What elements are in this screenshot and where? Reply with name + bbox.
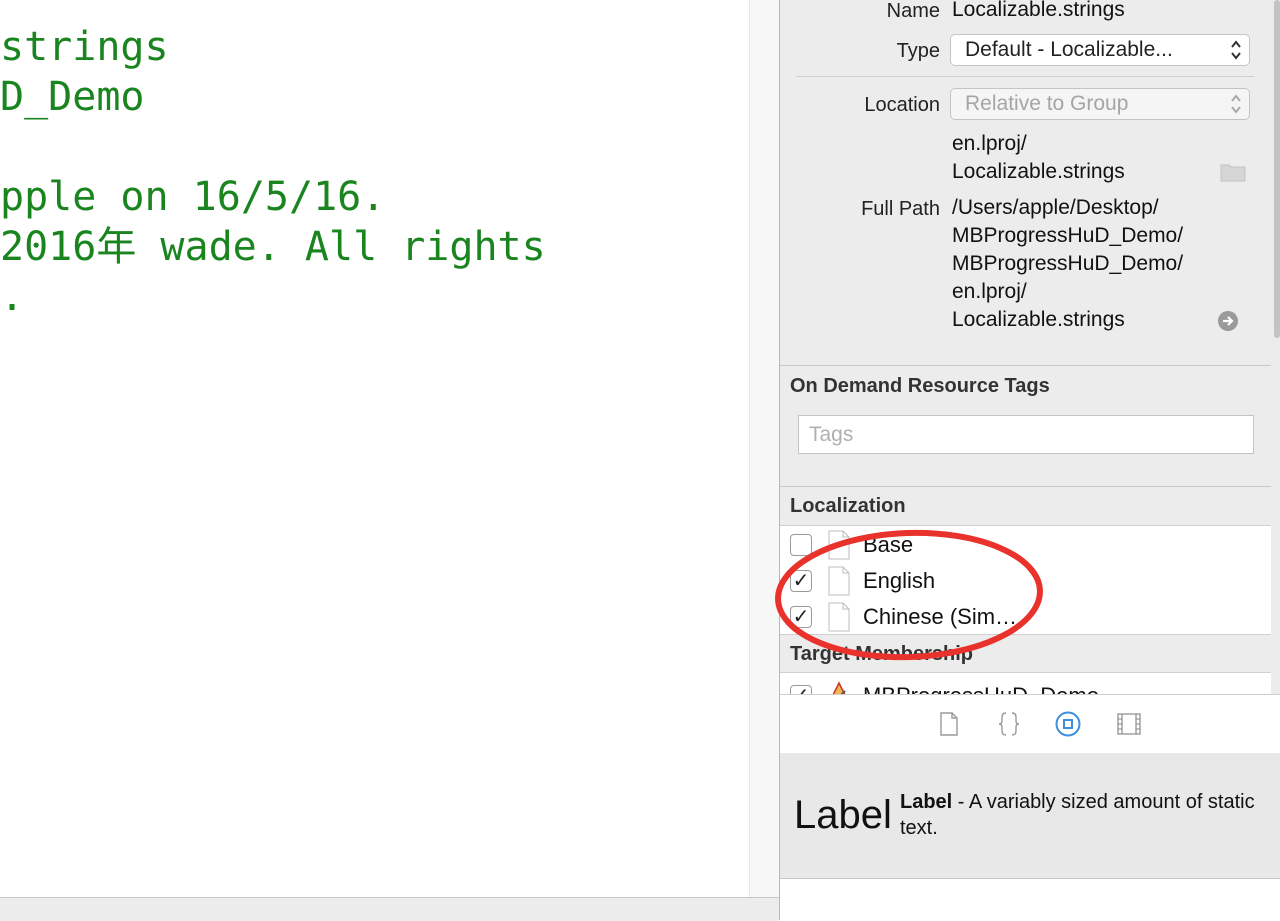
location-popup[interactable]: Relative to Group <box>950 88 1250 120</box>
popup-arrows-icon <box>1231 40 1241 60</box>
code-line: D_Demo <box>0 74 145 120</box>
library-item-preview: Label <box>794 793 892 837</box>
checkbox-chinese[interactable]: ✓ <box>790 606 812 628</box>
object-library-icon[interactable] <box>1055 711 1081 737</box>
editor-status-bar <box>0 897 779 921</box>
file-icon <box>828 566 850 596</box>
media-library-icon[interactable] <box>1116 711 1142 737</box>
list-item[interactable]: Base <box>780 528 1271 564</box>
library-item-label[interactable]: Label Label - A variably sized amount of… <box>780 753 1280 879</box>
library-list-area <box>780 879 1280 920</box>
library-item-text: - A variably sized amount of static text… <box>900 791 1255 839</box>
odr-title: On Demand Resource Tags <box>790 375 1050 397</box>
full-path-label: Full Path <box>861 198 940 220</box>
app-target-icon <box>832 681 846 695</box>
localization-list: Base ✓ English ✓ Chinese (Sim… <box>780 525 1271 635</box>
full-path-line: MBProgressHuD_Demo/ <box>952 224 1184 247</box>
list-item[interactable]: ✓ MBProgressHuD_Demo <box>780 679 1271 695</box>
tags-input[interactable]: Tags <box>798 415 1254 454</box>
full-path-line: en.lproj/ <box>952 280 1027 303</box>
full-path-line: MBProgressHuD_Demo/ <box>952 252 1184 275</box>
code-snippet-icon[interactable] <box>996 711 1022 737</box>
checkbox-english[interactable]: ✓ <box>790 570 812 592</box>
source-editor[interactable]: strings D_Demo pple on 16/5/16. 2016年 wa… <box>0 0 749 897</box>
reveal-in-finder-icon[interactable] <box>1217 310 1239 332</box>
library-item-description: Label - A variably sized amount of stati… <box>900 789 1260 841</box>
location-path-line: en.lproj/ <box>952 132 1027 155</box>
full-path-line: Localizable.strings <box>952 308 1125 331</box>
file-inspector: Name Localizable.strings Type Default - … <box>779 0 1280 920</box>
localization-item-label: English <box>863 568 936 593</box>
full-path-line: /Users/apple/Desktop/ <box>952 196 1159 219</box>
target-membership-list: ✓ MBProgressHuD_Demo <box>780 672 1271 695</box>
location-path-line: Localizable.strings <box>952 160 1125 183</box>
location-popup-value: Relative to Group <box>965 92 1129 115</box>
file-icon <box>828 530 850 560</box>
list-item[interactable]: ✓ English <box>780 564 1271 600</box>
name-label: Name <box>886 0 940 22</box>
editor-scrollbar[interactable] <box>749 0 780 897</box>
localization-item-label: Chinese (Sim… <box>863 604 1018 629</box>
popup-arrows-icon <box>1231 94 1241 114</box>
type-popup-value: Default - Localizable... <box>965 38 1173 61</box>
name-field[interactable]: Localizable.strings <box>952 0 1125 22</box>
inspector-scrollbar[interactable] <box>1271 0 1280 690</box>
localization-item-label: Base <box>863 532 914 557</box>
type-label: Type <box>896 40 940 62</box>
library-item-name: Label <box>900 791 953 813</box>
scroll-thumb[interactable] <box>1274 0 1280 338</box>
checkbox-base[interactable] <box>790 534 812 556</box>
folder-icon[interactable] <box>1220 162 1246 182</box>
list-item[interactable]: ✓ Chinese (Sim… <box>780 600 1271 636</box>
localization-title: Localization <box>790 495 906 517</box>
location-label: Location <box>864 94 940 116</box>
code-line: strings <box>0 24 169 70</box>
code-line: 2016年 wade. All rights <box>0 224 546 270</box>
divider <box>796 76 1254 77</box>
code-line: . <box>0 274 25 320</box>
type-popup[interactable]: Default - Localizable... <box>950 34 1250 66</box>
library-tab-bar <box>780 694 1280 754</box>
file-template-icon[interactable] <box>936 711 962 737</box>
file-icon <box>828 602 850 632</box>
target-membership-title: Target Membership <box>790 643 973 665</box>
code-line: pple on 16/5/16. <box>0 174 386 220</box>
